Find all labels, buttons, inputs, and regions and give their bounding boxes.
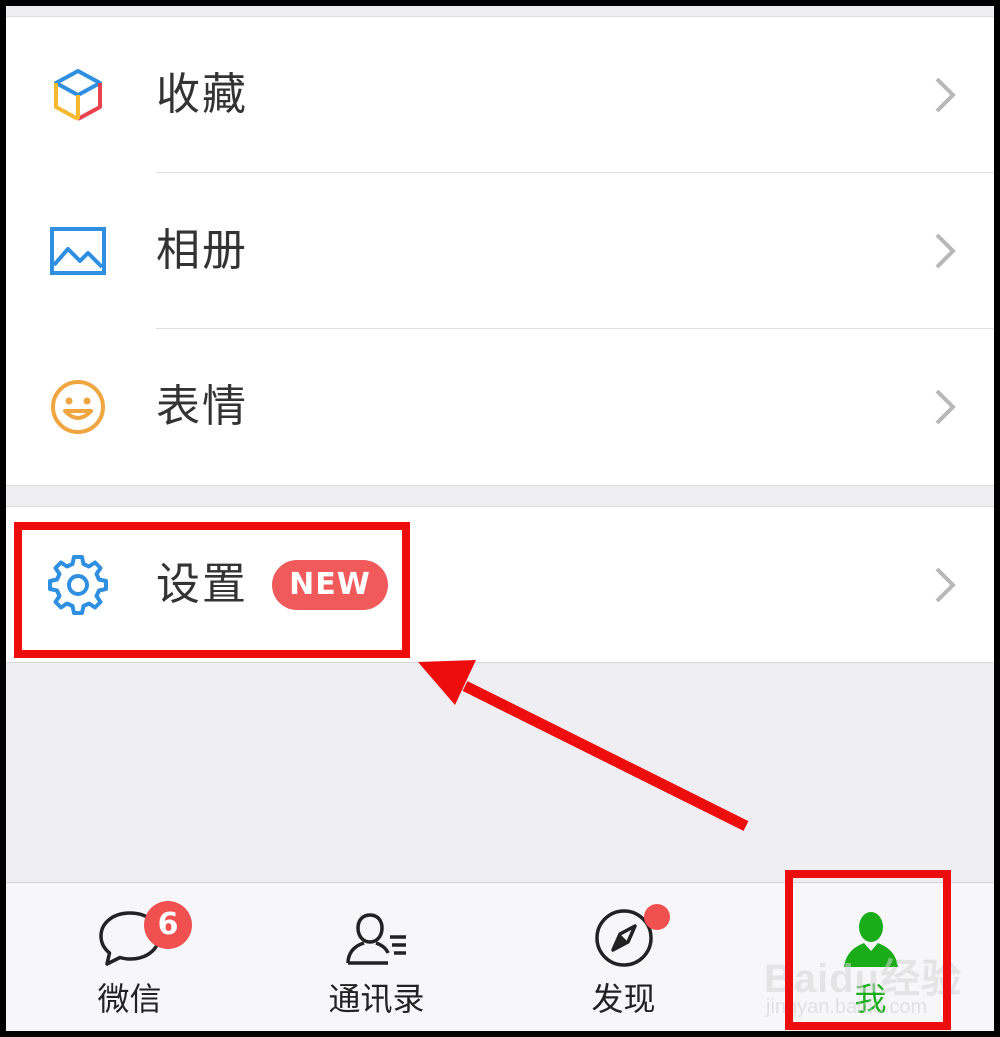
chevron-right-icon [935,233,956,269]
menu-item-album[interactable]: 相册 [6,173,994,328]
unread-count-badge: 6 [144,901,192,949]
me-tab-highlight-box [785,870,951,1030]
contacts-icon [345,913,406,965]
tab-contacts[interactable]: 通讯录 [253,883,500,1031]
tab-label: 发现 [591,980,656,1018]
album-picture-icon [50,227,106,275]
menu-item-favorites[interactable]: 收藏 [6,17,994,172]
notification-dot [644,904,670,930]
chevron-right-icon [935,77,956,113]
tab-label: 微信 [97,980,162,1018]
tab-chats[interactable]: 6 微信 [6,883,253,1031]
favorites-cube-icon [54,69,102,121]
chevron-right-icon [935,389,956,425]
menu-item-label: 收藏 [156,69,248,120]
menu-item-label: 表情 [156,381,248,432]
tab-label: 通讯录 [328,980,425,1018]
settings-highlight-box [14,522,410,658]
menu-item-stickers[interactable]: 表情 [6,329,994,484]
chevron-right-icon [935,567,956,603]
menu-item-label: 相册 [156,225,248,276]
tab-discover[interactable]: 发现 [500,883,747,1031]
top-spacer [6,6,994,17]
sticker-smiley-icon [51,380,105,434]
menu-group: 收藏 相册 表情 [6,17,994,486]
